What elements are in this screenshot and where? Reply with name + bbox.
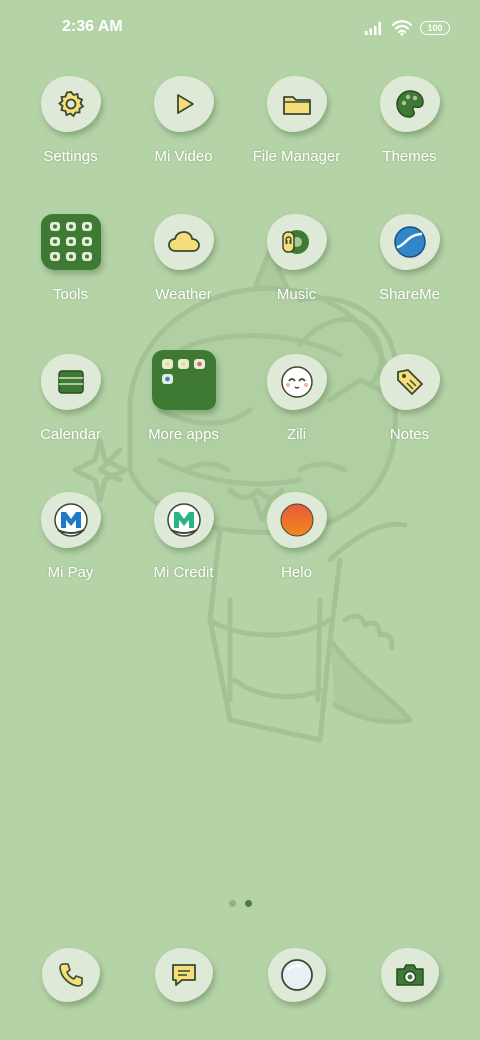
cloud-icon <box>167 231 200 252</box>
app-mi-credit[interactable]: Mi Credit <box>127 492 240 581</box>
app-label: Themes <box>382 148 437 165</box>
app-icon-bg <box>154 948 213 1002</box>
app-label: Weather <box>155 286 212 303</box>
app-label: Settings <box>43 148 98 165</box>
app-icon-bg <box>380 948 439 1002</box>
mi-credit-icon <box>166 503 201 537</box>
battery-icon: 100 <box>420 21 450 35</box>
app-shareme[interactable]: ShareMe <box>353 214 466 303</box>
app-mi-video[interactable]: Mi Video <box>127 76 240 165</box>
play-icon <box>176 94 194 114</box>
folder-bg <box>151 350 216 410</box>
app-label: Helo <box>281 564 312 581</box>
app-music[interactable]: Music <box>240 214 353 303</box>
phone-icon <box>58 963 83 987</box>
page-dot-active[interactable] <box>244 900 252 907</box>
app-icon-bg <box>40 76 101 132</box>
app-settings[interactable]: Settings <box>14 76 127 165</box>
app-icon-bg <box>40 354 101 410</box>
page-indicator <box>0 900 480 907</box>
app-label: Calendar <box>40 426 101 443</box>
camera-icon <box>395 964 424 986</box>
app-icon-bg <box>40 492 101 548</box>
app-themes[interactable]: Themes <box>353 76 466 165</box>
app-icon-bg <box>266 76 327 132</box>
tag-icon <box>396 369 423 395</box>
app-icon-bg <box>379 354 440 410</box>
dock-messaging[interactable] <box>127 948 240 1002</box>
app-icon-bg <box>266 492 327 548</box>
app-label: Notes <box>389 426 430 443</box>
app-icon-bg <box>266 354 327 410</box>
signal-icon <box>365 22 381 35</box>
message-icon <box>171 964 196 986</box>
browser-icon <box>280 959 313 991</box>
tools-folder-icon <box>49 222 92 261</box>
app-notes[interactable]: Notes <box>353 354 466 443</box>
status-bar: 2:36 AM 100 <box>0 0 480 56</box>
app-icon-bg <box>153 214 214 270</box>
app-label: File Manager <box>252 148 341 165</box>
app-label: Music <box>276 286 317 303</box>
palette-icon <box>395 90 424 118</box>
app-icon-bg <box>379 76 440 132</box>
app-calendar[interactable]: Calendar <box>14 354 127 443</box>
app-label: ShareMe <box>379 286 440 303</box>
zili-face-icon <box>280 366 313 398</box>
app-icon-bg <box>266 214 327 270</box>
dock-phone[interactable] <box>14 948 127 1002</box>
wifi-icon <box>392 20 412 36</box>
status-icons: 100 <box>364 18 450 38</box>
folder-bg <box>40 214 101 270</box>
app-label: Zili <box>286 426 307 443</box>
app-icon-bg <box>267 948 326 1002</box>
app-more-apps[interactable]: More apps <box>127 350 240 443</box>
app-label: Mi Credit <box>153 564 214 581</box>
dock-browser[interactable] <box>240 948 353 1002</box>
folder-icon <box>282 96 311 115</box>
app-icon-bg <box>153 492 214 548</box>
app-weather[interactable]: Weather <box>127 214 240 303</box>
helo-icon <box>280 503 313 537</box>
app-label: Mi Video <box>154 148 213 165</box>
music-icon <box>281 230 309 254</box>
page-dot[interactable] <box>228 900 236 907</box>
calendar-icon <box>57 370 84 394</box>
app-mi-pay[interactable]: Mi Pay <box>14 492 127 581</box>
app-tools[interactable]: Tools <box>14 214 127 303</box>
shareme-icon <box>393 226 426 258</box>
dock-camera[interactable] <box>353 948 466 1002</box>
app-file-manager[interactable]: File Manager <box>240 76 353 165</box>
app-zili[interactable]: Zili <box>240 354 353 443</box>
gear-icon <box>57 91 84 118</box>
app-label: Mi Pay <box>47 564 94 581</box>
clock: 2:36 AM <box>62 18 123 35</box>
app-label: More apps <box>148 426 219 443</box>
app-icon-bg <box>153 76 214 132</box>
app-icon-bg <box>41 948 100 1002</box>
apps-folder-icon <box>161 359 205 384</box>
app-helo[interactable]: Helo <box>240 492 353 581</box>
app-label: Tools <box>52 286 89 303</box>
app-icon-bg <box>379 214 440 270</box>
mi-pay-icon <box>53 503 88 537</box>
